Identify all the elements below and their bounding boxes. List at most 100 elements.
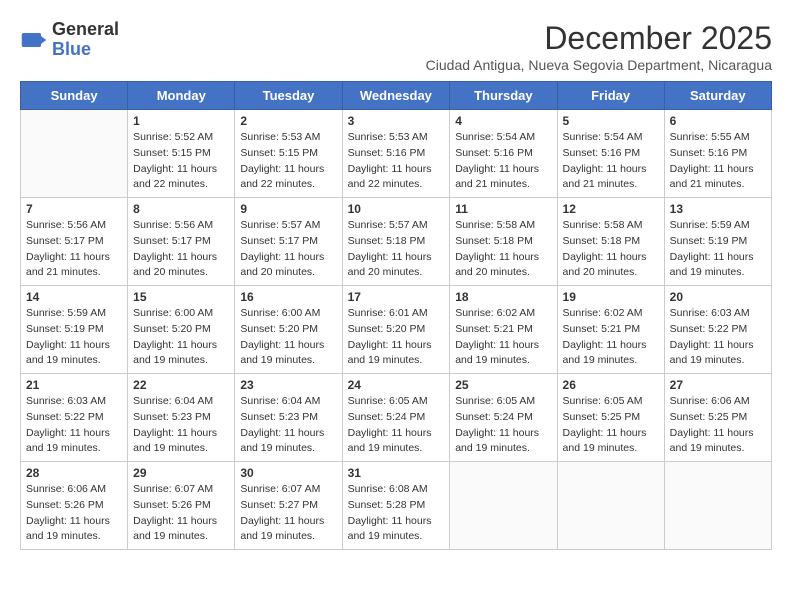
month-title: December 2025 <box>426 20 772 57</box>
calendar-day: 8Sunrise: 5:56 AM Sunset: 5:17 PM Daylig… <box>128 198 235 286</box>
calendar-day: 3Sunrise: 5:53 AM Sunset: 5:16 PM Daylig… <box>342 110 450 198</box>
day-number: 27 <box>670 378 766 392</box>
day-info: Sunrise: 6:00 AM Sunset: 5:20 PM Dayligh… <box>240 306 336 369</box>
day-number: 29 <box>133 466 229 480</box>
day-number: 15 <box>133 290 229 304</box>
calendar-week-3: 14Sunrise: 5:59 AM Sunset: 5:19 PM Dayli… <box>21 286 772 374</box>
day-number: 3 <box>348 114 445 128</box>
day-info: Sunrise: 6:07 AM Sunset: 5:26 PM Dayligh… <box>133 482 229 545</box>
day-info: Sunrise: 6:03 AM Sunset: 5:22 PM Dayligh… <box>26 394 122 457</box>
calendar-day: 26 Sunrise: 6:05 AM Sunset: 5:25 PM Dayli… <box>557 374 664 462</box>
day-number: 17 <box>348 290 445 304</box>
day-info: Sunrise: 5:57 AM Sunset: 5:18 PM Dayligh… <box>348 218 445 281</box>
calendar-day: 16 Sunrise: 6:00 AM Sunset: 5:20 PM Dayli… <box>235 286 342 374</box>
calendar-day: 1 Sunrise: 5:52 AM Sunset: 5:15 PM Daylig… <box>128 110 235 198</box>
calendar-body: 1 Sunrise: 5:52 AM Sunset: 5:15 PM Daylig… <box>21 110 772 550</box>
day-info: Sunrise: 6:06 AM Sunset: 5:26 PM Dayligh… <box>26 482 122 545</box>
calendar-day: 13Sunrise: 5:59 AM Sunset: 5:19 PM Dayli… <box>664 198 771 286</box>
day-info: Sunrise: 5:52 AM Sunset: 5:15 PM Dayligh… <box>133 130 229 193</box>
weekday-header-friday: Friday <box>557 82 664 110</box>
calendar-day: 30Sunrise: 6:07 AM Sunset: 5:27 PM Dayli… <box>235 462 342 550</box>
calendar-day <box>21 110 128 198</box>
calendar-header-row: SundayMondayTuesdayWednesdayThursdayFrid… <box>21 82 772 110</box>
calendar-table: SundayMondayTuesdayWednesdayThursdayFrid… <box>20 81 772 550</box>
calendar-day: 2 Sunrise: 5:53 AM Sunset: 5:15 PM Daylig… <box>235 110 342 198</box>
day-info: Sunrise: 6:01 AM Sunset: 5:20 PM Dayligh… <box>348 306 445 369</box>
calendar-day: 12 Sunrise: 5:58 AM Sunset: 5:18 PM Dayli… <box>557 198 664 286</box>
calendar-day: 15Sunrise: 6:00 AM Sunset: 5:20 PM Dayli… <box>128 286 235 374</box>
day-info: Sunrise: 6:03 AM Sunset: 5:22 PM Dayligh… <box>670 306 766 369</box>
weekday-header-wednesday: Wednesday <box>342 82 450 110</box>
day-number: 25 <box>455 378 551 392</box>
day-info: Sunrise: 6:06 AM Sunset: 5:25 PM Dayligh… <box>670 394 766 457</box>
calendar-day: 31 Sunrise: 6:08 AM Sunset: 5:28 PM Dayli… <box>342 462 450 550</box>
day-number: 28 <box>26 466 122 480</box>
weekday-header-monday: Monday <box>128 82 235 110</box>
day-number: 1 <box>133 114 229 128</box>
day-number: 11 <box>455 202 551 216</box>
day-info: Sunrise: 6:05 AM Sunset: 5:25 PM Dayligh… <box>563 394 659 457</box>
weekday-header-thursday: Thursday <box>450 82 557 110</box>
calendar-day: 21Sunrise: 6:03 AM Sunset: 5:22 PM Dayli… <box>21 374 128 462</box>
day-info: Sunrise: 6:05 AM Sunset: 5:24 PM Dayligh… <box>455 394 551 457</box>
day-number: 10 <box>348 202 445 216</box>
calendar-day: 6 Sunrise: 5:55 AM Sunset: 5:16 PM Daylig… <box>664 110 771 198</box>
day-info: Sunrise: 5:56 AM Sunset: 5:17 PM Dayligh… <box>26 218 122 281</box>
day-info: Sunrise: 6:02 AM Sunset: 5:21 PM Dayligh… <box>455 306 551 369</box>
day-info: Sunrise: 6:08 AM Sunset: 5:28 PM Dayligh… <box>348 482 445 545</box>
day-number: 12 <box>563 202 659 216</box>
day-info: Sunrise: 5:54 AM Sunset: 5:16 PM Dayligh… <box>563 130 659 193</box>
day-number: 26 <box>563 378 659 392</box>
day-number: 2 <box>240 114 336 128</box>
day-info: Sunrise: 5:55 AM Sunset: 5:16 PM Dayligh… <box>670 130 766 193</box>
day-info: Sunrise: 5:53 AM Sunset: 5:15 PM Dayligh… <box>240 130 336 193</box>
day-number: 16 <box>240 290 336 304</box>
day-number: 19 <box>563 290 659 304</box>
calendar-day: 4 Sunrise: 5:54 AM Sunset: 5:16 PM Daylig… <box>450 110 557 198</box>
calendar-week-2: 7Sunrise: 5:56 AM Sunset: 5:17 PM Daylig… <box>21 198 772 286</box>
weekday-header-sunday: Sunday <box>21 82 128 110</box>
day-info: Sunrise: 5:58 AM Sunset: 5:18 PM Dayligh… <box>563 218 659 281</box>
calendar-day: 23 Sunrise: 6:04 AM Sunset: 5:23 PM Dayli… <box>235 374 342 462</box>
calendar-day <box>664 462 771 550</box>
calendar-week-5: 28 Sunrise: 6:06 AM Sunset: 5:26 PM Dayli… <box>21 462 772 550</box>
day-number: 9 <box>240 202 336 216</box>
calendar-day: 17 Sunrise: 6:01 AM Sunset: 5:20 PM Dayli… <box>342 286 450 374</box>
day-info: Sunrise: 5:58 AM Sunset: 5:18 PM Dayligh… <box>455 218 551 281</box>
day-info: Sunrise: 6:04 AM Sunset: 5:23 PM Dayligh… <box>240 394 336 457</box>
calendar-day: 9 Sunrise: 5:57 AM Sunset: 5:17 PM Daylig… <box>235 198 342 286</box>
day-number: 20 <box>670 290 766 304</box>
day-number: 4 <box>455 114 551 128</box>
calendar-day: 27 Sunrise: 6:06 AM Sunset: 5:25 PM Dayli… <box>664 374 771 462</box>
day-number: 14 <box>26 290 122 304</box>
calendar-day: 10 Sunrise: 5:57 AM Sunset: 5:18 PM Dayli… <box>342 198 450 286</box>
weekday-header-saturday: Saturday <box>664 82 771 110</box>
calendar-day: 5 Sunrise: 5:54 AM Sunset: 5:16 PM Daylig… <box>557 110 664 198</box>
calendar-day: 24Sunrise: 6:05 AM Sunset: 5:24 PM Dayli… <box>342 374 450 462</box>
day-number: 8 <box>133 202 229 216</box>
calendar-day: 11 Sunrise: 5:58 AM Sunset: 5:18 PM Dayli… <box>450 198 557 286</box>
calendar-week-1: 1 Sunrise: 5:52 AM Sunset: 5:15 PM Daylig… <box>21 110 772 198</box>
day-info: Sunrise: 5:57 AM Sunset: 5:17 PM Dayligh… <box>240 218 336 281</box>
day-number: 23 <box>240 378 336 392</box>
page-header: General Blue December 2025 Ciudad Antigu… <box>20 20 772 73</box>
calendar-day: 19Sunrise: 6:02 AM Sunset: 5:21 PM Dayli… <box>557 286 664 374</box>
location-subtitle: Ciudad Antigua, Nueva Segovia Department… <box>426 57 772 73</box>
day-number: 5 <box>563 114 659 128</box>
logo-icon <box>20 26 48 54</box>
calendar-day: 14Sunrise: 5:59 AM Sunset: 5:19 PM Dayli… <box>21 286 128 374</box>
calendar-day: 28 Sunrise: 6:06 AM Sunset: 5:26 PM Dayli… <box>21 462 128 550</box>
day-number: 18 <box>455 290 551 304</box>
calendar-day: 7Sunrise: 5:56 AM Sunset: 5:17 PM Daylig… <box>21 198 128 286</box>
weekday-header-tuesday: Tuesday <box>235 82 342 110</box>
day-number: 13 <box>670 202 766 216</box>
day-info: Sunrise: 6:04 AM Sunset: 5:23 PM Dayligh… <box>133 394 229 457</box>
day-number: 31 <box>348 466 445 480</box>
day-info: Sunrise: 5:54 AM Sunset: 5:16 PM Dayligh… <box>455 130 551 193</box>
day-number: 6 <box>670 114 766 128</box>
calendar-day <box>450 462 557 550</box>
day-info: Sunrise: 6:07 AM Sunset: 5:27 PM Dayligh… <box>240 482 336 545</box>
calendar-day <box>557 462 664 550</box>
calendar-day: 18 Sunrise: 6:02 AM Sunset: 5:21 PM Dayli… <box>450 286 557 374</box>
day-info: Sunrise: 6:05 AM Sunset: 5:24 PM Dayligh… <box>348 394 445 457</box>
